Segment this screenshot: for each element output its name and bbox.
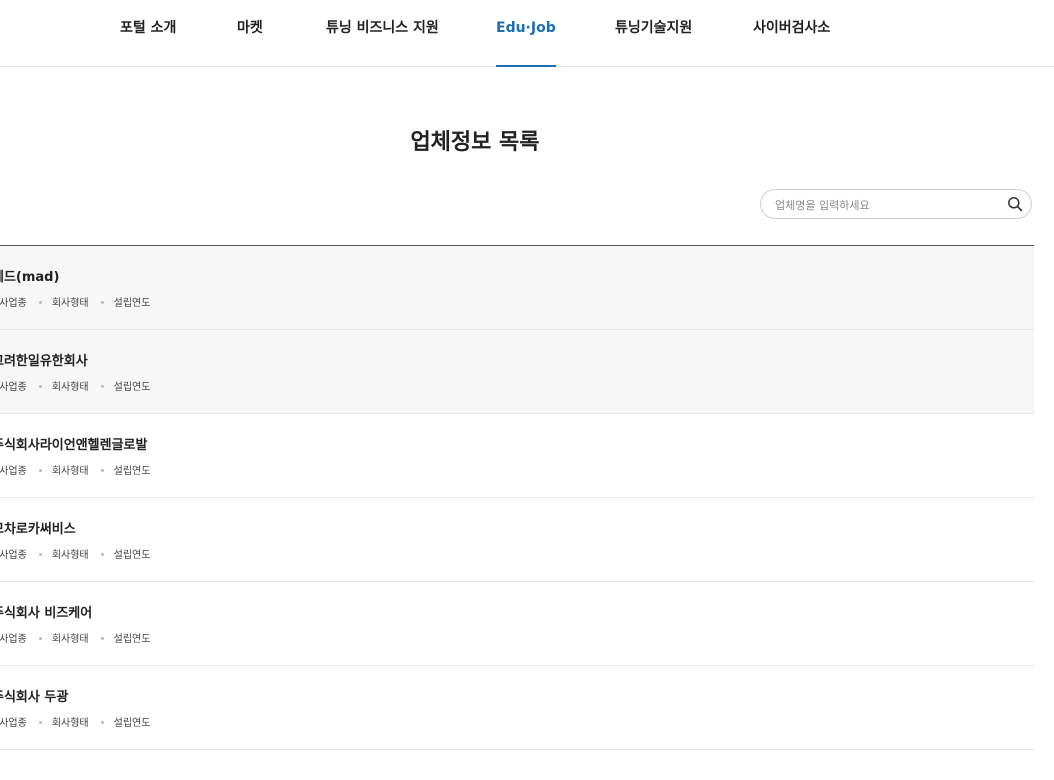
company-name: 주식회사 두광 [0,690,69,705]
company-meta: 회사업종 회사형태 설립연도 [0,630,150,645]
meta-founded-year: 설립연도 [113,634,151,645]
bullet-dot [38,468,42,472]
meta-industry: 회사업종 [0,718,27,729]
meta-founded-year: 설립연도 [113,550,151,561]
list-item[interactable]: 메드(mad) 회사업종 회사형태 설립연도 [0,246,1034,330]
top-navigation: 포털 소개 마켓 튜닝 비즈니스 지원 Edu·Job 튜닝기술지원 사이버검사… [0,0,1054,67]
company-name: 고려한일유한회사 [0,354,88,369]
meta-founded-year: 설립연도 [113,298,151,309]
list-item[interactable]: 주식회사 두광 회사업종 회사형태 설립연도 [0,666,1034,750]
nav-item-edu-job[interactable]: Edu·Job [496,0,556,67]
list-item[interactable]: 주식회사라이언앤헬렌글로발 회사업종 회사형태 설립연도 [0,414,1034,498]
bullet-dot [38,720,42,724]
company-meta: 회사업종 회사형태 설립연도 [0,378,150,393]
company-meta: 회사업종 회사형태 설립연도 [0,714,150,729]
bullet-dot [100,468,104,472]
meta-founded-year: 설립연도 [113,466,151,477]
bullet-dot [38,384,42,388]
company-name: 주식회사라이언앤헬렌글로발 [0,438,148,453]
nav-item-market[interactable]: 마켓 [237,0,263,67]
meta-company-type: 회사형태 [51,718,89,729]
company-name: 메드(mad) [0,270,60,285]
bullet-dot [100,720,104,724]
bullet-dot [100,636,104,640]
meta-industry: 회사업종 [0,466,27,477]
company-name: 모차로카써비스 [0,522,76,537]
page: 포털 소개 마켓 튜닝 비즈니스 지원 Edu·Job 튜닝기술지원 사이버검사… [0,0,1054,780]
meta-company-type: 회사형태 [51,550,89,561]
bullet-dot [38,636,42,640]
meta-company-type: 회사형태 [51,382,89,393]
bullet-dot [38,300,42,304]
meta-company-type: 회사형태 [51,466,89,477]
meta-company-type: 회사형태 [51,298,89,309]
page-title: 업체정보 목록 [410,130,540,155]
company-meta: 회사업종 회사형태 설립연도 [0,462,150,477]
search-input[interactable] [773,190,997,220]
company-meta: 회사업종 회사형태 설립연도 [0,294,150,309]
nav-item-cyber-inspection[interactable]: 사이버검사소 [753,0,830,67]
nav-item-portal-intro[interactable]: 포털 소개 [120,0,176,67]
company-name: 주식회사 비즈케어 [0,606,93,621]
company-meta: 회사업종 회사형태 설립연도 [0,546,150,561]
meta-founded-year: 설립연도 [113,718,151,729]
bullet-dot [100,384,104,388]
search-icon[interactable] [1007,196,1023,212]
meta-company-type: 회사형태 [51,634,89,645]
search-box [760,189,1032,220]
bullet-dot [100,300,104,304]
nav-item-tuning-tech-support[interactable]: 튜닝기술지원 [615,0,692,67]
bullet-dot [100,552,104,556]
meta-industry: 회사업종 [0,298,27,309]
meta-industry: 회사업종 [0,634,27,645]
list-item[interactable]: 모차로카써비스 회사업종 회사형태 설립연도 [0,498,1034,582]
meta-founded-year: 설립연도 [113,382,151,393]
company-list: 메드(mad) 회사업종회사형태설립연도 고려한일유한회사 회사업종회사형태설립… [0,245,1034,750]
nav-item-tuning-business-support[interactable]: 튜닝 비즈니스 지원 [326,0,439,67]
bullet-dot [38,552,42,556]
meta-industry: 회사업종 [0,382,27,393]
list-item[interactable]: 고려한일유한회사 회사업종 회사형태 설립연도 [0,330,1034,414]
meta-industry: 회사업종 [0,550,27,561]
list-item[interactable]: 주식회사 비즈케어 회사업종 회사형태 설립연도 [0,582,1034,666]
